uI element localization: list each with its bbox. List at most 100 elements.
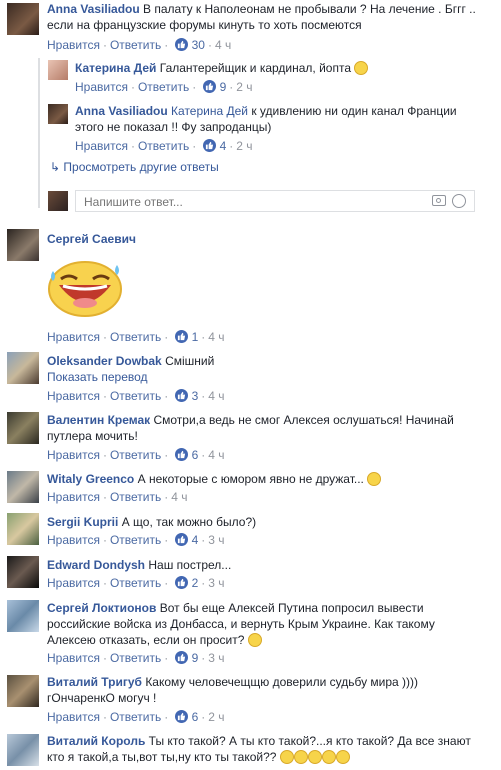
avatar[interactable]: [48, 104, 68, 124]
like-count[interactable]: 6: [192, 710, 199, 724]
like-count[interactable]: 2: [192, 576, 199, 590]
reply-link[interactable]: Ответить: [110, 389, 161, 403]
comment-time[interactable]: 4 ч: [208, 448, 224, 462]
comment-time[interactable]: 4 ч: [215, 38, 231, 52]
reply-link[interactable]: Ответить: [110, 330, 161, 344]
comment-actions: Нравится · Ответить · 2 · 3 ч: [47, 576, 225, 590]
comment-time[interactable]: 3 ч: [208, 651, 224, 665]
comment-author[interactable]: Oleksander Dowbak: [47, 354, 162, 368]
comment-author[interactable]: Виталий Тригуб: [47, 675, 142, 689]
reply-link[interactable]: Ответить: [138, 139, 189, 153]
comment-actions: Нравится · Ответить · 4 ч: [47, 490, 188, 504]
reply-link[interactable]: Ответить: [110, 38, 161, 52]
avatar[interactable]: [7, 513, 39, 545]
reply-link[interactable]: Ответить: [110, 490, 161, 504]
like-link[interactable]: Нравится: [47, 651, 100, 665]
avatar[interactable]: [7, 734, 39, 766]
like-count[interactable]: 4: [220, 139, 227, 153]
like-count[interactable]: 9: [220, 80, 227, 94]
comment-body: Сергей Локтионов Вот бы еще Алексей Пути…: [47, 600, 477, 648]
reply-link[interactable]: Ответить: [110, 651, 161, 665]
like-icon: [174, 389, 188, 402]
comment-actions: Нравится · Ответить · 3 · 4 ч: [47, 389, 225, 403]
like-icon: [174, 533, 188, 546]
like-link[interactable]: Нравится: [47, 448, 100, 462]
like-link[interactable]: Нравится: [47, 330, 100, 344]
comment-time[interactable]: 2 ч: [236, 80, 252, 94]
avatar[interactable]: [7, 3, 39, 35]
comment-time[interactable]: 2 ч: [208, 710, 224, 724]
avatar[interactable]: [7, 675, 39, 707]
reply-link[interactable]: Ответить: [110, 576, 161, 590]
comment-author[interactable]: Валентин Кремак: [47, 413, 150, 427]
comment-actions: Нравится · Ответить · 9 · 2 ч: [75, 80, 253, 94]
smile-emoji-icon: [247, 633, 262, 647]
camera-icon[interactable]: [432, 195, 446, 206]
like-count[interactable]: 9: [192, 651, 199, 665]
like-count[interactable]: 1: [192, 330, 199, 344]
reply-thread-line: [38, 58, 40, 208]
laughing-sticker-icon: [47, 255, 125, 317]
comment-author[interactable]: Sergii Kuprii: [47, 515, 118, 529]
comment-time[interactable]: 4 ч: [171, 490, 187, 504]
comment-time[interactable]: 4 ч: [208, 330, 224, 344]
comment-text: А що, так можно было?): [121, 515, 257, 529]
like-link[interactable]: Нравится: [47, 389, 100, 403]
like-link[interactable]: Нравится: [47, 38, 100, 52]
avatar[interactable]: [7, 556, 39, 588]
comment-author[interactable]: Witaly Greenco: [47, 472, 134, 486]
comment-body: Валентин Кремак Смотри,а ведь не смог Ал…: [47, 412, 477, 444]
comment-author[interactable]: Сергей Саевич: [47, 232, 136, 246]
laughing-emoji-icon: [293, 750, 308, 764]
avatar[interactable]: [7, 412, 39, 444]
avatar[interactable]: [7, 600, 39, 632]
comment-author[interactable]: Anna Vasiliadou: [47, 2, 140, 16]
emoji-picker-icon[interactable]: [452, 194, 466, 208]
view-more-replies-link[interactable]: ↳ Просмотреть другие ответы: [50, 160, 219, 174]
comment-body: Катерина Дей Галантерейщик и кардинал, й…: [75, 60, 485, 76]
like-count[interactable]: 30: [192, 38, 205, 52]
comment-text: Смішний: [165, 354, 215, 368]
avatar[interactable]: [7, 229, 39, 261]
show-translation-link[interactable]: Показать перевод: [47, 370, 148, 384]
like-link[interactable]: Нравится: [75, 139, 128, 153]
comment-author[interactable]: Edward Dondysh: [47, 558, 145, 572]
reply-arrow-icon: ↳: [50, 160, 61, 174]
reply-input[interactable]: [82, 194, 416, 210]
avatar[interactable]: [7, 352, 39, 384]
like-link[interactable]: Нравится: [47, 533, 100, 547]
comment-body: Anna Vasiliadou В палату к Наполеонам не…: [47, 1, 477, 33]
like-link[interactable]: Нравится: [47, 576, 100, 590]
like-icon: [174, 651, 188, 664]
like-link[interactable]: Нравится: [47, 490, 100, 504]
avatar[interactable]: [48, 60, 68, 80]
comment-time[interactable]: 3 ч: [208, 576, 224, 590]
comment-author[interactable]: Anna Vasiliadou: [75, 104, 168, 118]
like-count[interactable]: 4: [192, 533, 199, 547]
like-count[interactable]: 3: [192, 389, 199, 403]
comment-text: А некоторые с юмором явно не дружат...: [137, 472, 364, 486]
comment-author[interactable]: Сергей Локтионов: [47, 601, 156, 615]
avatar: [48, 191, 68, 211]
reply-link[interactable]: Ответить: [110, 710, 161, 724]
comment-author[interactable]: Катерина Дей: [75, 61, 156, 75]
comment-time[interactable]: 3 ч: [208, 533, 224, 547]
comment-time[interactable]: 4 ч: [208, 389, 224, 403]
laughing-emoji-icon: [321, 750, 336, 764]
comment-body: Oleksander Dowbak Смішний Показать перев…: [47, 353, 477, 385]
comment-body: Сергей Саевич: [47, 231, 477, 247]
reply-link[interactable]: Ответить: [110, 533, 161, 547]
like-count[interactable]: 6: [192, 448, 199, 462]
like-icon: [174, 448, 188, 461]
avatar[interactable]: [7, 471, 39, 503]
comment-mention[interactable]: Катерина Дей: [171, 104, 248, 118]
comment-actions: Нравится · Ответить · 6 · 2 ч: [47, 710, 225, 724]
like-link[interactable]: Нравится: [75, 80, 128, 94]
comment-author[interactable]: Виталий Король: [47, 734, 145, 748]
reply-link[interactable]: Ответить: [138, 80, 189, 94]
like-link[interactable]: Нравится: [47, 710, 100, 724]
reply-link[interactable]: Ответить: [110, 448, 161, 462]
comment-time[interactable]: 2 ч: [236, 139, 252, 153]
like-icon: [202, 139, 216, 152]
reply-input-box[interactable]: [75, 190, 475, 212]
